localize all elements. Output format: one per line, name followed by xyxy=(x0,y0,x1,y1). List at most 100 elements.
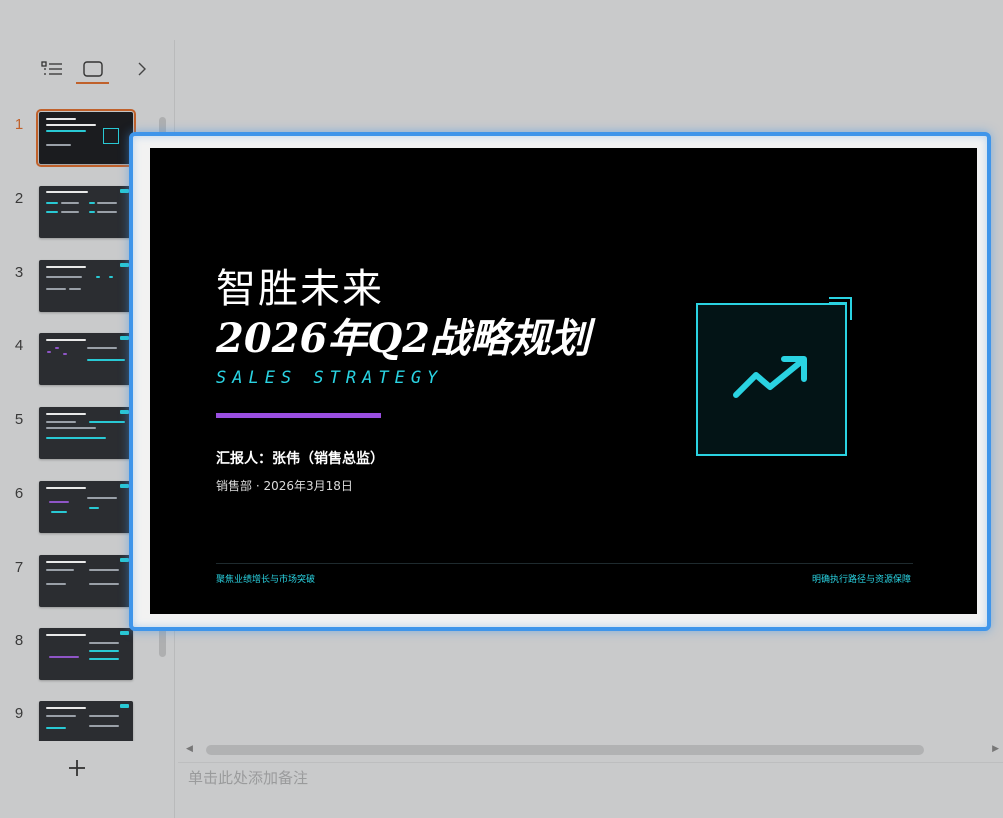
slide-thumbnail-number: 9 xyxy=(14,705,24,722)
thumbnail-text-line xyxy=(46,276,82,278)
slide-thumbnail-number: 2 xyxy=(14,190,24,207)
thumbnail-list-fade xyxy=(0,742,158,750)
slide-thumbnail-number: 7 xyxy=(14,559,24,576)
slide-thumbnail-preview[interactable] xyxy=(39,260,133,312)
thumbnail-text-line xyxy=(46,583,66,585)
thumbnail-badge xyxy=(120,704,129,708)
presentation-editor: 1 2 3 4 5 6 7 8 9 智胜未来 2026年Q2战略规划 SALES STRATEG… xyxy=(0,0,1003,818)
collapse-panel-button[interactable] xyxy=(128,56,156,82)
thumbnail-badge xyxy=(120,336,129,340)
thumbnail-badge xyxy=(120,263,129,267)
thumbnail-text-line xyxy=(96,276,100,278)
thumbnail-text-line xyxy=(46,569,74,571)
slide-thumbnail-number: 4 xyxy=(14,337,24,354)
thumbnail-text-line xyxy=(46,487,86,489)
thumbnail-badge xyxy=(120,558,129,562)
thumbnail-text-line xyxy=(46,561,86,563)
thumbnail-text-line xyxy=(97,211,117,213)
thumbnail-text-line xyxy=(46,124,96,126)
slide-canvas[interactable]: 智胜未来 2026年Q2战略规划 SALES STRATEGY 汇报人：张伟（销… xyxy=(150,148,977,614)
thumbnail-text-line xyxy=(46,339,86,341)
thumbnail-text-line xyxy=(87,347,117,349)
slide-thumbnail-icon xyxy=(83,61,103,77)
thumbnail-text-line xyxy=(47,351,51,353)
list-outline-icon xyxy=(41,61,62,75)
slide-thumbnail-preview[interactable] xyxy=(39,186,133,238)
thumbnail-text-line xyxy=(46,191,88,193)
thumbnail-text-line xyxy=(61,211,79,213)
notes-divider xyxy=(178,762,1003,763)
slide-presenter[interactable]: 汇报人：张伟（销售总监） xyxy=(216,448,384,468)
thumbnail-text-line xyxy=(97,202,117,204)
slide-thumbnail-preview[interactable] xyxy=(36,109,136,167)
slide-thumbnail-number: 1 xyxy=(14,116,24,133)
thumbnail-text-line xyxy=(46,707,86,709)
thumbnail-badge xyxy=(120,410,129,414)
horizontal-scroll-thumb[interactable] xyxy=(206,745,924,755)
corner-bracket-icon xyxy=(829,297,852,320)
scroll-left-arrow-icon[interactable]: ◀ xyxy=(186,744,193,754)
thumbnail-badge xyxy=(120,189,129,193)
thumbnail-text-line xyxy=(49,501,69,503)
slide-thumbnail-preview[interactable] xyxy=(39,701,133,741)
active-view-indicator xyxy=(76,82,109,84)
thumbnail-text-line xyxy=(46,727,66,729)
chevron-right-icon xyxy=(138,62,146,76)
slide-thumbnail-number: 6 xyxy=(14,485,24,502)
thumbnail-text-line xyxy=(49,656,79,658)
thumbnail-view-button[interactable] xyxy=(79,56,107,82)
slide-accent-bar xyxy=(216,413,381,418)
thumbnail-badge xyxy=(120,484,129,488)
thumbnail-text-line xyxy=(89,211,95,213)
slide-thumbnail-preview[interactable] xyxy=(39,407,133,459)
horizontal-scrollbar[interactable]: ◀ ▶ xyxy=(178,740,1003,760)
add-slide-button[interactable] xyxy=(63,754,91,782)
slide-thumbnail-preview[interactable] xyxy=(39,333,133,385)
thumbnail-text-line xyxy=(63,353,67,355)
slide-thumbnail-8[interactable]: 8 xyxy=(0,628,160,684)
thumbnail-text-line xyxy=(69,288,81,290)
thumbnail-text-line xyxy=(89,202,95,204)
thumbnail-text-line xyxy=(89,715,119,717)
slide-thumbnail-preview[interactable] xyxy=(39,555,133,607)
slide-thumbnail-preview[interactable] xyxy=(39,628,133,680)
slide-thumbnail-9[interactable]: 9 xyxy=(0,701,160,741)
thumbnail-text-line xyxy=(46,202,58,204)
scroll-right-arrow-icon[interactable]: ▶ xyxy=(992,744,999,754)
thumbnail-text-line xyxy=(46,634,86,636)
thumbnail-text-line xyxy=(46,288,66,290)
thumbnail-text-line xyxy=(46,421,76,423)
thumbnail-text-line xyxy=(61,202,79,204)
plus-icon xyxy=(69,760,85,776)
slide-thumbnail-number: 3 xyxy=(14,264,24,281)
slide-footer-right-text[interactable]: 明确执行路径与资源保障 xyxy=(812,572,911,585)
thumbnail-text-line xyxy=(46,427,96,429)
thumbnail-text-line xyxy=(46,413,86,415)
slide-title-secondary[interactable]: 2026年Q2战略规划 xyxy=(216,306,590,364)
thumbnail-text-line xyxy=(89,650,119,652)
outline-view-button[interactable] xyxy=(38,56,66,82)
slide-subtitle-english[interactable]: SALES STRATEGY xyxy=(216,368,443,388)
thumbnail-text-line xyxy=(51,511,67,513)
thumbnail-text-line xyxy=(89,725,119,727)
speaker-notes-input[interactable]: 单击此处添加备注 xyxy=(188,767,308,818)
thumbnail-text-line xyxy=(109,276,113,278)
thumbnail-text-line xyxy=(46,266,86,268)
thumbnail-badge xyxy=(120,631,129,635)
thumbnail-text-line xyxy=(46,130,86,132)
slide-thumbnail-number: 5 xyxy=(14,411,24,428)
slide-footer-divider xyxy=(216,563,913,564)
slide-footer-left-text[interactable]: 聚焦业绩增长与市场突破 xyxy=(216,572,315,585)
thumbnail-text-line xyxy=(89,421,125,423)
slide-thumbnail-preview[interactable] xyxy=(39,481,133,533)
slide-department-date[interactable]: 销售部 · 2026年3月18日 xyxy=(216,477,353,494)
thumbnail-trend-icon xyxy=(103,128,119,144)
thumbnail-text-line xyxy=(55,347,59,349)
thumbnail-text-line xyxy=(46,144,71,146)
thumbnail-text-line xyxy=(89,507,99,509)
thumbnail-text-line xyxy=(89,569,119,571)
thumbnail-text-line xyxy=(89,642,119,644)
slide-thumbnail-number: 8 xyxy=(14,632,24,649)
thumbnail-text-line xyxy=(46,437,106,439)
thumbnail-text-line xyxy=(89,658,119,660)
